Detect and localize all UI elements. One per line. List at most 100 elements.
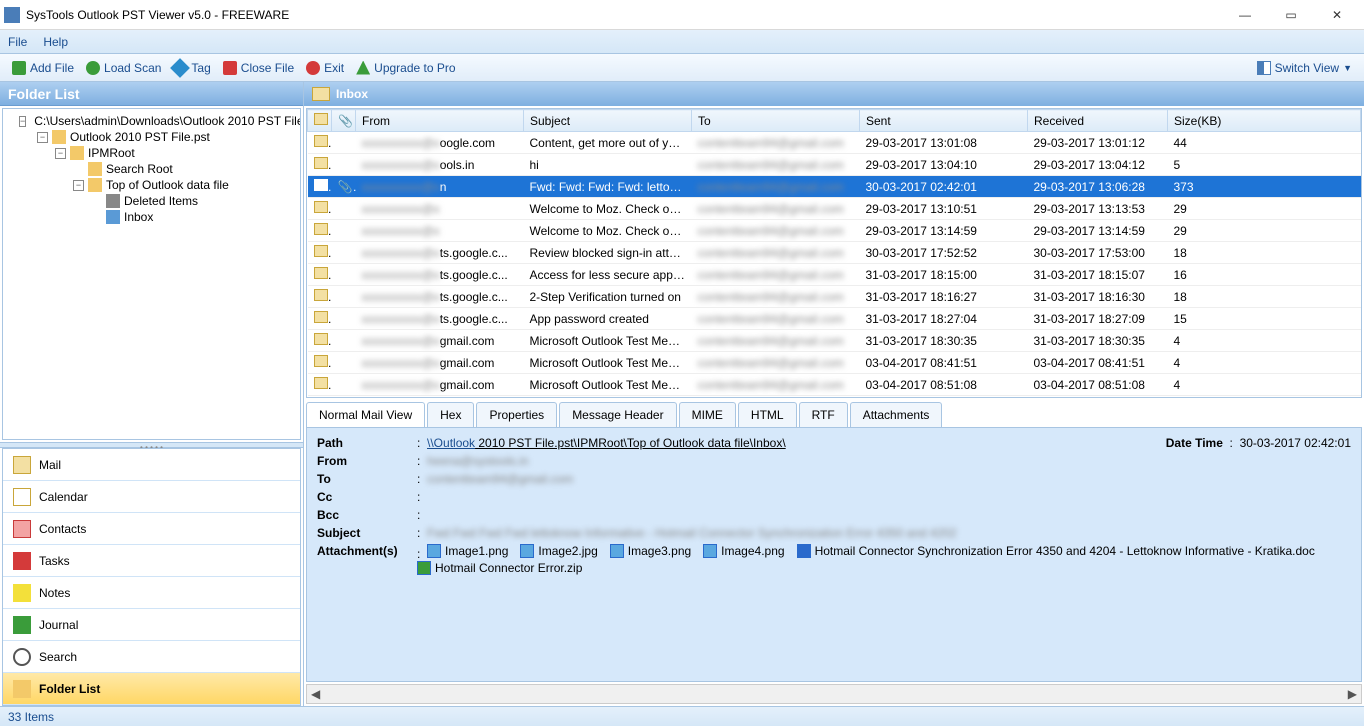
tree-node-root[interactable]: −C:\Users\admin\Downloads\Outlook 2010 P… [5, 113, 298, 129]
menu-file[interactable]: File [8, 35, 27, 49]
scroll-right-icon[interactable]: ▶ [1348, 687, 1357, 701]
subject-cell: Review blocked sign-in attem... [524, 242, 692, 264]
attachment-item[interactable]: Hotmail Connector Synchronization Error … [797, 544, 1315, 558]
menu-help[interactable]: Help [43, 35, 68, 49]
path-link[interactable]: \\Outlook [427, 436, 475, 450]
tree-node-inbox[interactable]: Inbox [5, 209, 298, 225]
add-file-button[interactable]: Add File [6, 59, 80, 77]
collapse-icon[interactable]: − [37, 132, 48, 143]
subject-cell: Microsoft Outlook Test Mess... [524, 352, 692, 374]
close-file-button[interactable]: Close File [217, 59, 300, 77]
col-attach-icon[interactable]: 📎 [332, 110, 356, 132]
col-sent[interactable]: Sent [860, 110, 1028, 132]
envelope-icon [314, 179, 328, 191]
search-icon [13, 648, 31, 666]
tab-properties[interactable]: Properties [476, 402, 557, 427]
subject-cell: Fwd: Fwd: Fwd: Fwd: lettokn... [524, 176, 692, 198]
attachment-item[interactable]: Image1.png [427, 544, 508, 558]
envelope-icon [314, 355, 328, 367]
col-received[interactable]: Received [1028, 110, 1168, 132]
envelope-icon [314, 223, 328, 235]
switch-view-button[interactable]: Switch View ▼ [1251, 59, 1358, 77]
nav-journal[interactable]: Journal [3, 609, 300, 641]
subject-cell: Welcome to Moz. Check out ... [524, 220, 692, 242]
tab-hex[interactable]: Hex [427, 402, 474, 427]
scroll-left-icon[interactable]: ◀ [311, 687, 320, 701]
tab-html[interactable]: HTML [738, 402, 797, 427]
tab-rtf[interactable]: RTF [799, 402, 848, 427]
nav-search[interactable]: Search [3, 641, 300, 673]
tree-node-top[interactable]: −Top of Outlook data file [5, 177, 298, 193]
table-row[interactable]: xxxxxxxxxx@xts.google.c...Access for les… [308, 264, 1361, 286]
minimize-button[interactable]: — [1222, 0, 1268, 30]
table-row[interactable]: xxxxxxxxxx@xools.inhicontentteam94@gmail… [308, 154, 1361, 176]
folder-tree[interactable]: −C:\Users\admin\Downloads\Outlook 2010 P… [2, 108, 301, 440]
table-row[interactable]: xxxxxxxxxx@xgmail.comMicrosoft Outlook T… [308, 374, 1361, 396]
tab-mime[interactable]: MIME [679, 402, 736, 427]
table-row[interactable]: xxxxxxxxxx@xWelcome to Moz. Check out ..… [308, 198, 1361, 220]
collapse-icon[interactable]: − [19, 116, 26, 127]
nav-notes[interactable]: Notes [3, 577, 300, 609]
col-to[interactable]: To [692, 110, 860, 132]
status-text: 33 Items [8, 710, 54, 724]
mail-grid[interactable]: 📎 From Subject To Sent Received Size(KB)… [306, 108, 1362, 398]
nav-tasks[interactable]: Tasks [3, 545, 300, 577]
folder-list-header: Folder List [0, 82, 303, 106]
from-cell: xxxxxxxxxx@x [362, 158, 440, 172]
nav-mail[interactable]: Mail [3, 449, 300, 481]
attachment-item[interactable]: Image4.png [703, 544, 784, 558]
load-scan-button[interactable]: Load Scan [80, 59, 167, 77]
inbox-title: Inbox [336, 87, 368, 101]
close-button[interactable]: ✕ [1314, 0, 1360, 30]
tree-node-ipmroot[interactable]: −IPMRoot [5, 145, 298, 161]
sent-cell: 31-03-2017 18:16:27 [860, 286, 1028, 308]
sent-cell: 03-04-2017 08:41:51 [860, 352, 1028, 374]
main-area: Folder List −C:\Users\admin\Downloads\Ou… [0, 82, 1364, 706]
tab-message-header[interactable]: Message Header [559, 402, 676, 427]
to-cell: contentteam94@gmail.com [698, 224, 844, 238]
nav-contacts[interactable]: Contacts [3, 513, 300, 545]
collapse-icon[interactable]: − [73, 180, 84, 191]
to-cell: contentteam94@gmail.com [698, 334, 844, 348]
table-row[interactable]: xxxxxxxxxx@xgmail.comMicrosoft Outlook T… [308, 330, 1361, 352]
attachments-list: : Image1.pngImage2.jpgImage3.pngImage4.p… [417, 544, 1351, 578]
to-value: contentteam94@gmail.com [427, 472, 573, 486]
horizontal-scrollbar[interactable]: ◀ ▶ [306, 684, 1362, 704]
from-cell: xxxxxxxxxx@x [362, 356, 440, 370]
table-row[interactable]: xxxxxxxxxx@xWelcome to Moz. Check out ..… [308, 220, 1361, 242]
tree-node-pst[interactable]: −Outlook 2010 PST File.pst [5, 129, 298, 145]
table-row[interactable]: xxxxxxxxxx@xts.google.c...App password c… [308, 308, 1361, 330]
nav-calendar[interactable]: Calendar [3, 481, 300, 513]
tab-normal-mail-view[interactable]: Normal Mail View [306, 402, 425, 427]
attachment-item[interactable]: Image3.png [610, 544, 691, 558]
attachments-label: Attachment(s) [317, 544, 417, 558]
envelope-icon [314, 201, 328, 213]
tab-attachments[interactable]: Attachments [850, 402, 943, 427]
exit-button[interactable]: Exit [300, 59, 350, 77]
grid-header-row[interactable]: 📎 From Subject To Sent Received Size(KB) [308, 110, 1361, 132]
table-row[interactable]: xxxxxxxxxx@xoogle.comContent, get more o… [308, 132, 1361, 154]
attachment-item[interactable]: Image2.jpg [520, 544, 597, 558]
col-size[interactable]: Size(KB) [1168, 110, 1361, 132]
table-row[interactable]: xxxxxxxxxx@xts.google.c...Review blocked… [308, 242, 1361, 264]
table-row[interactable]: xxxxxxxxxx@xts.google.c...2-Step Verific… [308, 286, 1361, 308]
upgrade-button[interactable]: Upgrade to Pro [350, 59, 461, 77]
table-row[interactable]: xxxxxxxxxx@xgmail.comMicrosoft Outlook T… [308, 352, 1361, 374]
subject-cell: Microsoft Outlook Test Mess... [524, 374, 692, 396]
collapse-icon[interactable]: − [55, 148, 66, 159]
tag-button[interactable]: Tag [167, 59, 216, 77]
from-cell: xxxxxxxxxx@x [362, 290, 440, 304]
col-from[interactable]: From [356, 110, 524, 132]
col-subject[interactable]: Subject [524, 110, 692, 132]
subject-cell: 2-Step Verification turned on [524, 286, 692, 308]
maximize-button[interactable]: ▭ [1268, 0, 1314, 30]
image-icon [610, 544, 624, 558]
tree-node-deleted[interactable]: Deleted Items [5, 193, 298, 209]
to-cell: contentteam94@gmail.com [698, 268, 844, 282]
size-cell: 18 [1168, 286, 1361, 308]
tree-node-search-root[interactable]: Search Root [5, 161, 298, 177]
col-env-icon[interactable] [308, 110, 332, 132]
attachment-item[interactable]: Hotmail Connector Error.zip [417, 561, 582, 575]
table-row[interactable]: 📎xxxxxxxxxx@xnFwd: Fwd: Fwd: Fwd: lettok… [308, 176, 1361, 198]
nav-folder-list[interactable]: Folder List [3, 673, 300, 705]
